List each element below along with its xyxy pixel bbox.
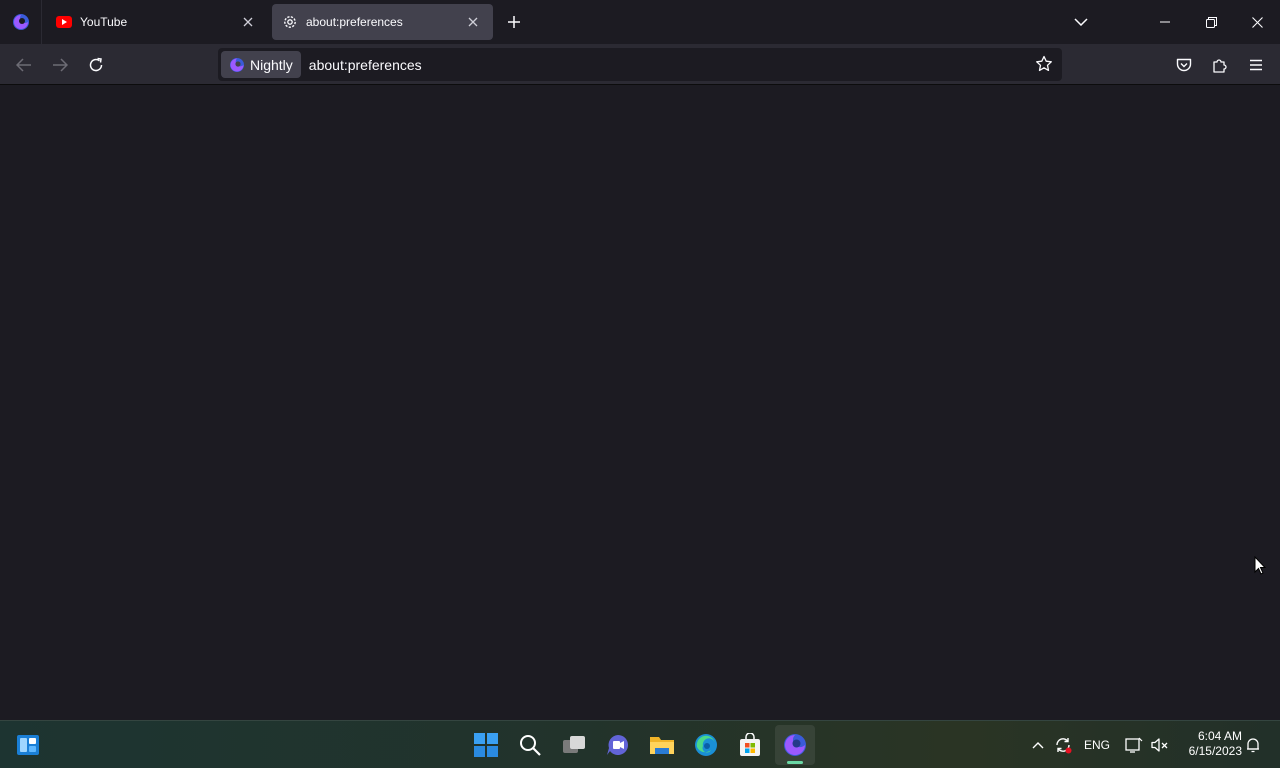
plus-icon bbox=[507, 15, 521, 29]
restore-button[interactable] bbox=[1188, 0, 1234, 44]
nightly-logo-icon bbox=[12, 13, 30, 31]
search-icon bbox=[519, 734, 541, 756]
pocket-button[interactable] bbox=[1171, 52, 1197, 78]
sync-status-button[interactable] bbox=[1052, 733, 1074, 757]
close-window-button[interactable] bbox=[1234, 0, 1280, 44]
forward-button[interactable] bbox=[47, 52, 73, 78]
puzzle-icon bbox=[1212, 57, 1228, 73]
gear-icon bbox=[282, 14, 298, 30]
folder-icon bbox=[649, 734, 675, 756]
network-button[interactable] bbox=[1122, 733, 1146, 757]
tab-title: YouTube bbox=[80, 15, 128, 29]
firefox-view-button[interactable] bbox=[0, 0, 42, 44]
file-explorer-button[interactable] bbox=[642, 725, 682, 765]
sync-icon bbox=[1054, 736, 1072, 754]
page-content[interactable] bbox=[0, 85, 1280, 720]
nightly-logo-icon bbox=[229, 57, 245, 73]
notification-bell-icon bbox=[1245, 737, 1261, 753]
restore-icon bbox=[1205, 16, 1217, 28]
language-indicator[interactable]: ENG bbox=[1080, 733, 1114, 757]
teams-chat-button[interactable] bbox=[598, 725, 638, 765]
volume-button[interactable] bbox=[1148, 733, 1172, 757]
app-menu-button[interactable] bbox=[1243, 52, 1269, 78]
star-icon bbox=[1035, 55, 1053, 73]
store-bag-icon bbox=[738, 733, 762, 757]
network-icon bbox=[1125, 737, 1143, 753]
microsoft-store-button[interactable] bbox=[730, 725, 770, 765]
firefox-nightly-taskbar-button[interactable] bbox=[775, 725, 815, 765]
task-view-button[interactable] bbox=[554, 725, 594, 765]
hamburger-menu-icon bbox=[1249, 59, 1263, 71]
tab-bar: YouTube about:preferences bbox=[0, 0, 1280, 44]
clock-date: 6/15/2023 bbox=[1188, 744, 1242, 758]
new-tab-button[interactable] bbox=[502, 10, 526, 34]
chevron-down-icon bbox=[1074, 18, 1088, 26]
youtube-icon bbox=[56, 16, 72, 28]
reload-icon bbox=[88, 57, 104, 73]
minimize-button[interactable] bbox=[1142, 0, 1188, 44]
extensions-button[interactable] bbox=[1207, 52, 1233, 78]
clock-time: 6:04 AM bbox=[1197, 729, 1242, 743]
arrow-right-icon bbox=[52, 58, 68, 72]
edge-button[interactable] bbox=[686, 725, 726, 765]
close-icon bbox=[1251, 16, 1263, 28]
edge-browser-icon bbox=[694, 733, 718, 757]
list-all-tabs-button[interactable] bbox=[1069, 10, 1093, 34]
teams-chat-icon bbox=[606, 734, 630, 756]
widgets-icon bbox=[16, 734, 40, 756]
reload-button[interactable] bbox=[83, 52, 109, 78]
arrow-left-icon bbox=[16, 58, 32, 72]
identity-box[interactable]: Nightly bbox=[221, 51, 301, 78]
windows-logo-icon bbox=[474, 733, 498, 757]
start-button[interactable] bbox=[466, 725, 506, 765]
back-button[interactable] bbox=[11, 52, 37, 78]
search-button[interactable] bbox=[510, 725, 550, 765]
show-hidden-icons-button[interactable] bbox=[1028, 733, 1048, 757]
tab-youtube[interactable]: YouTube bbox=[46, 4, 268, 40]
close-tab-icon[interactable] bbox=[238, 12, 258, 32]
close-tab-icon[interactable] bbox=[463, 12, 483, 32]
url-text[interactable]: about:preferences bbox=[309, 57, 422, 73]
minimize-icon bbox=[1160, 21, 1170, 23]
address-bar[interactable]: Nightly about:preferences bbox=[218, 48, 1062, 81]
widgets-button[interactable] bbox=[8, 725, 48, 765]
bookmark-button[interactable] bbox=[1032, 52, 1056, 76]
tab-title: about:preferences bbox=[306, 15, 403, 29]
taskbar: ENG 6:04 AM 6/15/2023 bbox=[0, 720, 1280, 768]
language-label: ENG bbox=[1083, 738, 1110, 752]
clock[interactable]: 6:04 AM 6/15/2023 bbox=[1178, 729, 1242, 759]
tab-settings[interactable]: about:preferences bbox=[272, 4, 493, 40]
nightly-logo-icon bbox=[783, 733, 807, 757]
volume-muted-icon bbox=[1151, 737, 1169, 753]
notifications-button[interactable] bbox=[1242, 733, 1264, 757]
mouse-cursor-icon bbox=[1254, 556, 1266, 576]
navigation-toolbar: Nightly about:preferences bbox=[0, 44, 1280, 85]
task-view-icon bbox=[562, 735, 586, 755]
running-indicator bbox=[787, 761, 803, 764]
pocket-icon bbox=[1176, 58, 1192, 73]
chevron-up-icon bbox=[1032, 741, 1044, 749]
identity-label: Nightly bbox=[250, 56, 293, 73]
